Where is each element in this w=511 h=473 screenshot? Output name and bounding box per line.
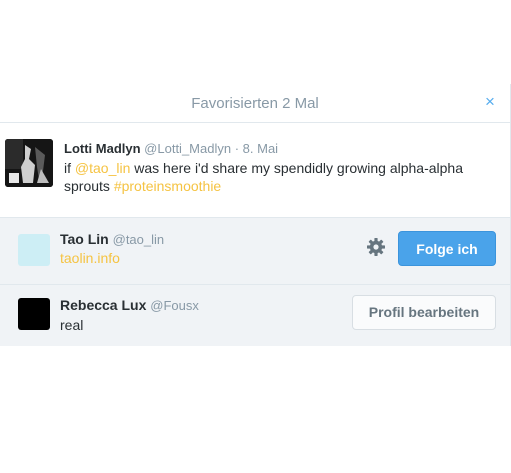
user-bio: real [60,317,84,333]
tweet-text: if @tao_lin was here i'd share my spendi… [64,159,484,195]
tweet[interactable]: Lotti Madlyn @Lotti_Madlyn · 8. Mai if @… [0,123,510,218]
list-item: Tao Lin @tao_lin taolin.info Folge ich [0,218,510,285]
user-header: Tao Lin @tao_lin [60,231,164,247]
author-handle[interactable]: @Lotti_Madlyn [144,141,231,156]
mention-link[interactable]: @tao_lin [75,160,130,176]
dialog-title: Favorisierten 2 Mal [191,95,319,112]
user-header: Rebecca Lux @Fousx [60,297,199,313]
avatar[interactable] [18,298,50,330]
tweet-text-part: if [64,160,75,176]
user-handle[interactable]: @Fousx [150,298,199,313]
list-item: Rebecca Lux @Fousx real Profil bearbeite… [0,285,510,346]
close-icon[interactable]: × [479,90,501,114]
user-name[interactable]: Rebecca Lux [60,297,146,313]
tweet-date[interactable]: 8. Mai [243,141,278,156]
tweet-header: Lotti Madlyn @Lotti_Madlyn · 8. Mai [64,141,278,156]
following-button[interactable]: Folge ich [398,231,496,266]
user-handle[interactable]: @tao_lin [113,232,165,247]
user-link[interactable]: taolin.info [60,250,120,266]
separator: · [234,141,240,156]
dialog-header: Favorisierten 2 Mal × [0,84,510,123]
avatar[interactable] [5,139,53,187]
hashtag-link[interactable]: #proteinsmoothie [114,178,221,194]
avatar[interactable] [18,234,50,266]
author-name[interactable]: Lotti Madlyn [64,141,141,156]
edit-profile-button[interactable]: Profil bearbeiten [352,295,496,330]
gear-icon[interactable] [366,237,386,257]
favorites-dialog: Favorisierten 2 Mal × Lotti Madlyn @Lott… [0,84,511,346]
avatar-photo [5,139,53,187]
user-name[interactable]: Tao Lin [60,231,109,247]
